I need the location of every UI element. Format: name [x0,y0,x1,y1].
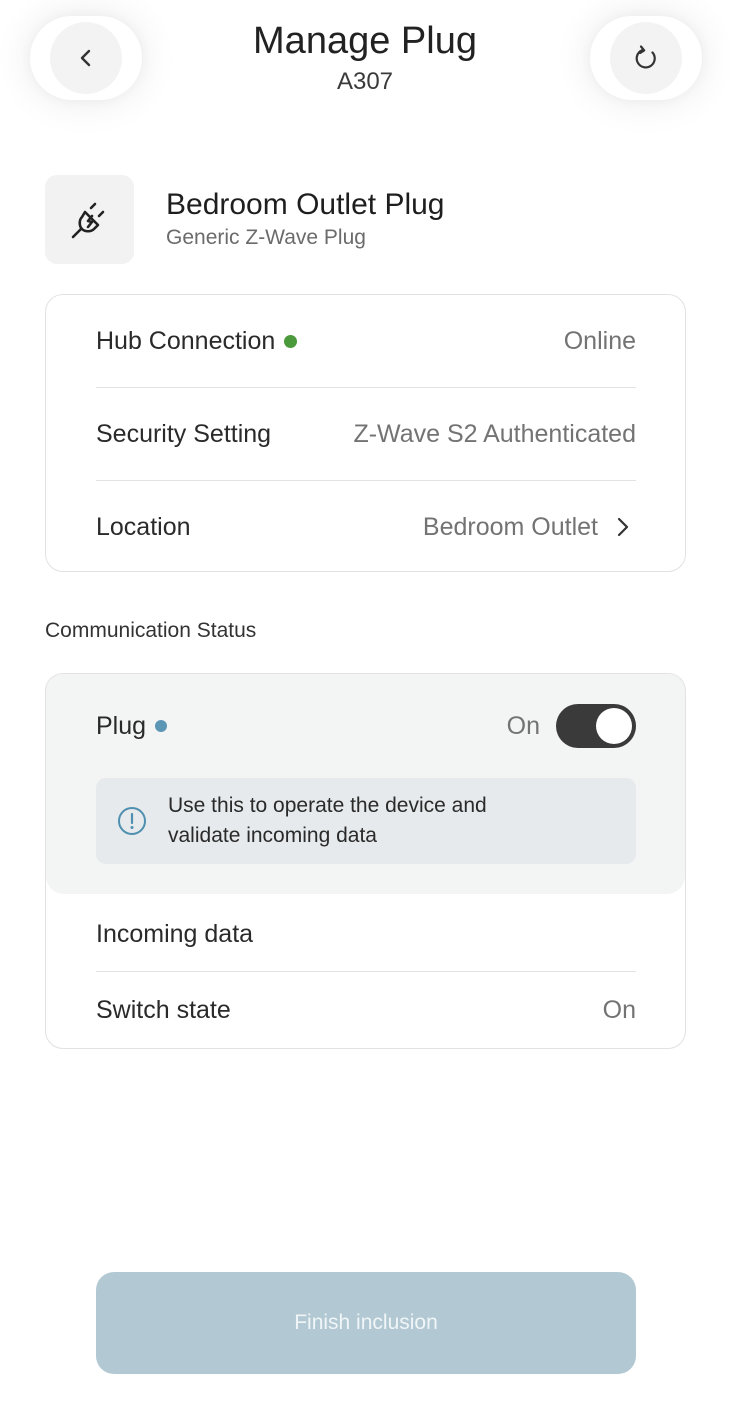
switch-state-label: Switch state [96,995,231,1024]
location-row[interactable]: Location Bedroom Outlet [96,481,636,573]
location-value-group: Bedroom Outlet [423,513,636,542]
hub-connection-row: Hub Connection Online [96,295,636,387]
notice-line-1: Use this to operate the device and [168,794,487,817]
incoming-data-row: Incoming data [96,888,636,980]
device-info-card: Hub Connection Online Security Setting Z… [45,294,686,572]
device-model: Generic Z-Wave Plug [166,226,366,249]
security-setting-label: Security Setting [96,419,272,448]
plug-icon [71,202,104,238]
switch-state-value: On [602,995,636,1024]
location-label: Location [96,512,191,541]
plug-row: Plug On [96,680,636,772]
refresh-button[interactable] [590,16,702,100]
security-setting-row: Security Setting Z-Wave S2 Authenticated [96,388,636,480]
plug-label-group: Plug [96,711,168,741]
hub-connection-label: Hub Connection [96,326,298,356]
plug-state-group: On [507,704,636,748]
plug-state-label: On [506,711,540,740]
hub-connection-value: Online [563,326,636,355]
finish-inclusion-button[interactable]: Finish inclusion [96,1272,636,1374]
incoming-data-label: Incoming data [96,919,254,948]
online-status-dot [284,334,298,348]
device-icon-box [45,175,134,264]
hub-connection-label-text: Hub Connection [96,326,276,355]
switch-state-row: Switch state On [96,972,636,1048]
manage-plug-screen: Manage Plug A307 Bedroom Outlet Plug Gen… [0,0,730,1418]
device-name: Bedroom Outlet Plug [166,188,445,221]
plug-control-panel: Plug On Use this to operate the device a… [46,674,685,894]
chevron-right-icon [617,517,629,537]
plug-label: Plug [96,711,147,740]
communication-card: Plug On Use this to operate the device a… [45,673,686,1049]
notice-line-2: validate incoming data [168,824,377,847]
section-title: Communication Status [45,619,257,642]
toggle-knob [596,708,632,744]
info-notice-text: Use this to operate the device and valid… [168,791,568,851]
security-setting-value: Z-Wave S2 Authenticated [353,419,636,448]
location-value: Bedroom Outlet [422,512,598,541]
info-notice: Use this to operate the device and valid… [96,778,636,864]
plug-toggle[interactable] [556,704,636,748]
info-circle-icon [118,807,146,835]
plug-status-dot [155,720,168,732]
refresh-icon [635,45,656,69]
